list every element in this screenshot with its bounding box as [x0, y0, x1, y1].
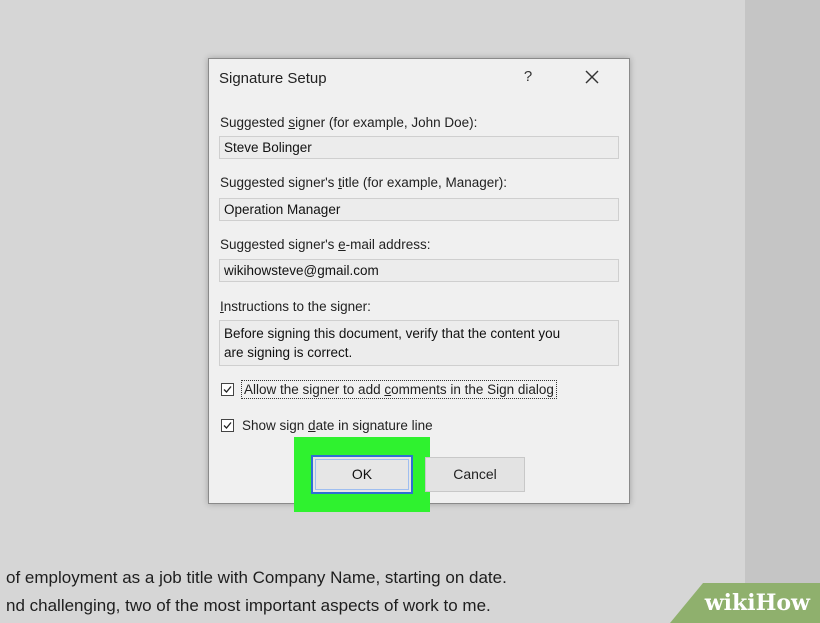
- signer-email-label: Suggested signer's e-mail address:: [220, 237, 431, 252]
- watermark-logo-text: wikiHow: [704, 590, 810, 616]
- instructions-textarea[interactable]: Before signing this document, verify tha…: [219, 320, 619, 366]
- dialog-title: Signature Setup: [219, 70, 327, 87]
- instructions-line: Before signing this document, verify tha…: [224, 326, 561, 341]
- allow-comments-checkbox[interactable]: [221, 382, 234, 396]
- signer-title-label: Suggested signer's title (for example, M…: [220, 175, 507, 190]
- checkmark-icon: [223, 421, 232, 429]
- close-button[interactable]: [579, 64, 605, 90]
- signer-title-input[interactable]: Operation Manager: [219, 198, 619, 221]
- instructions-line: are signing is correct.: [224, 345, 353, 360]
- close-icon: [585, 70, 599, 84]
- show-sign-date-row[interactable]: Show sign date in signature line: [221, 415, 433, 435]
- signer-email-input[interactable]: wikihowsteve@gmail.com: [219, 259, 619, 282]
- document-gutter: [745, 0, 820, 623]
- checkmark-icon: [223, 385, 232, 393]
- show-sign-date-checkbox[interactable]: [221, 418, 234, 432]
- dialog-titlebar: Signature Setup ?: [209, 59, 629, 95]
- screenshot-stage: of employment as a job title with Compan…: [0, 0, 820, 623]
- ok-button[interactable]: OK: [311, 455, 413, 494]
- ok-button-label: OK: [351, 466, 373, 482]
- cancel-button[interactable]: Cancel: [425, 457, 525, 492]
- allow-comments-label: Allow the signer to add comments in the …: [241, 379, 557, 399]
- show-sign-date-label: Show sign date in signature line: [242, 417, 433, 433]
- document-line: of employment as a job title with Compan…: [6, 568, 507, 587]
- signer-name-label: Suggested signer (for example, John Doe)…: [220, 115, 478, 130]
- instructions-label: Instructions to the signer:: [220, 299, 371, 314]
- signer-name-input[interactable]: Steve Bolinger: [219, 136, 619, 159]
- allow-comments-row[interactable]: Allow the signer to add comments in the …: [221, 379, 557, 399]
- help-button[interactable]: ?: [517, 65, 539, 89]
- document-line: nd challenging, two of the most importan…: [6, 596, 491, 615]
